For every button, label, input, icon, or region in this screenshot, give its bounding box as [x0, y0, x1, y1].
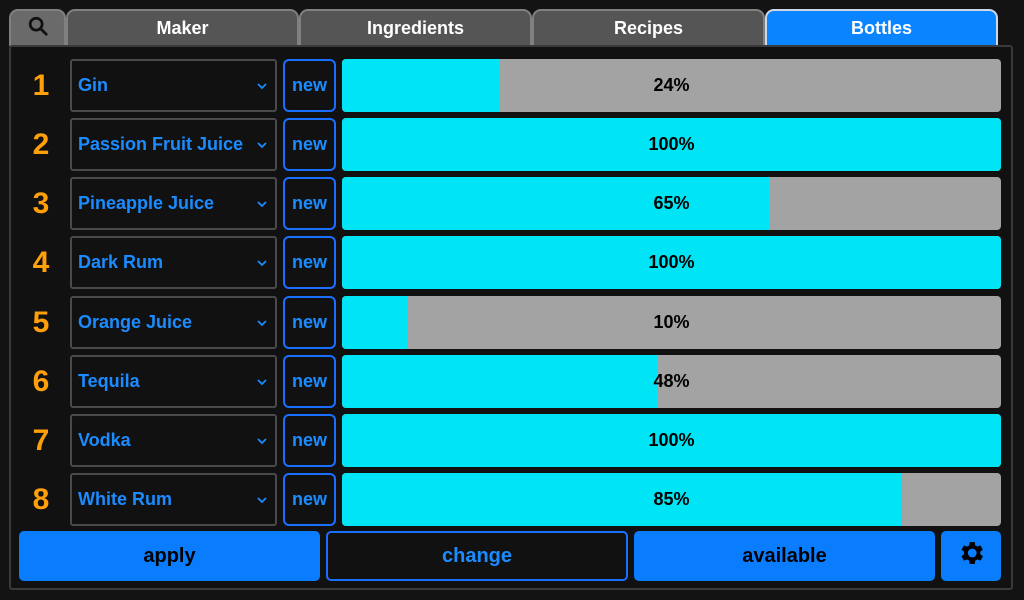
bottle-number: 2: [32, 127, 50, 161]
bottle-number: 3: [32, 186, 50, 220]
level-percent: 85%: [653, 489, 690, 509]
chevron-down-icon: [253, 432, 271, 450]
bottle-row: 5 Orange Juice new 10%: [0, 296, 1024, 349]
level-bar[interactable]: 100%: [342, 118, 1001, 171]
tab-ingredients-label: Ingredients: [366, 18, 464, 38]
settings-button[interactable]: [941, 531, 1001, 581]
bottle-number: 7: [32, 423, 50, 457]
new-bottle-button[interactable]: new: [283, 59, 336, 112]
tab-search[interactable]: [9, 9, 66, 46]
chevron-down-icon: [253, 491, 271, 509]
ingredient-select[interactable]: Gin: [70, 59, 277, 112]
ingredient-select[interactable]: Passion Fruit Juice: [70, 118, 277, 171]
chevron-down-icon: [253, 136, 271, 154]
new-bottle-button[interactable]: new: [283, 177, 336, 230]
tab-maker-label: Maker: [156, 18, 209, 38]
ingredient-select-value: Dark Rum: [78, 252, 164, 272]
ingredient-select[interactable]: Dark Rum: [70, 236, 277, 289]
level-bar[interactable]: 24%: [342, 59, 1001, 112]
bottle-number: 5: [32, 305, 50, 339]
bottle-number: 1: [32, 68, 50, 102]
tab-maker[interactable]: Maker: [66, 9, 299, 46]
tab-recipes-label: Recipes: [613, 18, 684, 38]
bottle-row: 7 Vodka new 100%: [0, 414, 1024, 467]
bottle-number: 4: [32, 245, 50, 279]
new-bottle-button[interactable]: new: [283, 236, 336, 289]
bottle-number: 6: [32, 364, 50, 398]
chevron-down-icon: [253, 77, 271, 95]
level-percent: 100%: [648, 252, 695, 272]
level-percent: 65%: [653, 193, 690, 213]
gear-icon: [956, 538, 986, 574]
chevron-down-icon: [253, 373, 271, 391]
new-bottle-button[interactable]: new: [283, 414, 336, 467]
ingredient-select-value: Orange Juice: [78, 312, 193, 332]
ingredient-select[interactable]: Tequila: [70, 355, 277, 408]
level-bar[interactable]: 10%: [342, 296, 1001, 349]
chevron-down-icon: [253, 314, 271, 332]
search-icon: [27, 15, 49, 42]
new-bottle-button[interactable]: new: [283, 118, 336, 171]
ingredient-select-value: White Rum: [78, 489, 172, 509]
bottle-row: 8 White Rum new 85%: [0, 473, 1024, 526]
ingredient-select-value: Passion Fruit Juice: [78, 134, 244, 154]
bottle-number: 8: [32, 482, 50, 516]
level-percent: 100%: [648, 134, 695, 154]
tab-bottles[interactable]: Bottles: [765, 9, 998, 46]
bottle-row: 6 Tequila new 48%: [0, 355, 1024, 408]
tab-ingredients[interactable]: Ingredients: [299, 9, 532, 46]
level-bar[interactable]: 100%: [342, 414, 1001, 467]
level-percent: 100%: [648, 430, 695, 450]
ingredient-select-value: Tequila: [78, 371, 140, 391]
ingredient-select[interactable]: Vodka: [70, 414, 277, 467]
apply-button[interactable]: apply: [19, 531, 320, 581]
level-bar[interactable]: 65%: [342, 177, 1001, 230]
ingredient-select[interactable]: Orange Juice: [70, 296, 277, 349]
level-percent: 24%: [653, 75, 690, 95]
tab-bottles-label: Bottles: [850, 18, 912, 38]
level-bar[interactable]: 100%: [342, 236, 1001, 289]
ingredient-select-value: Pineapple Juice: [78, 193, 215, 213]
bottle-row: 2 Passion Fruit Juice new 100%: [0, 118, 1024, 171]
ingredient-select[interactable]: Pineapple Juice: [70, 177, 277, 230]
bottle-row: 4 Dark Rum new 100%: [0, 236, 1024, 289]
ingredient-select-value: Gin: [78, 75, 108, 95]
tab-recipes[interactable]: Recipes: [532, 9, 765, 46]
level-percent: 48%: [653, 371, 690, 391]
tab-bar: Maker Ingredients Recipes Bottles: [9, 9, 1015, 46]
bottle-row: 3 Pineapple Juice new 65%: [0, 177, 1024, 230]
level-percent: 10%: [653, 312, 690, 332]
bottles-app: Maker Ingredients Recipes Bottles 1 Gin …: [0, 0, 1024, 600]
chevron-down-icon: [253, 254, 271, 272]
level-bar[interactable]: 85%: [342, 473, 1001, 526]
new-bottle-button[interactable]: new: [283, 473, 336, 526]
new-bottle-button[interactable]: new: [283, 355, 336, 408]
ingredient-select-value: Vodka: [78, 430, 131, 450]
available-button[interactable]: available: [634, 531, 935, 581]
ingredient-select[interactable]: White Rum: [70, 473, 277, 526]
chevron-down-icon: [253, 195, 271, 213]
bottle-row: 1 Gin new 24%: [0, 59, 1024, 112]
new-bottle-button[interactable]: new: [283, 296, 336, 349]
change-button[interactable]: change: [326, 531, 628, 581]
level-bar[interactable]: 48%: [342, 355, 1001, 408]
